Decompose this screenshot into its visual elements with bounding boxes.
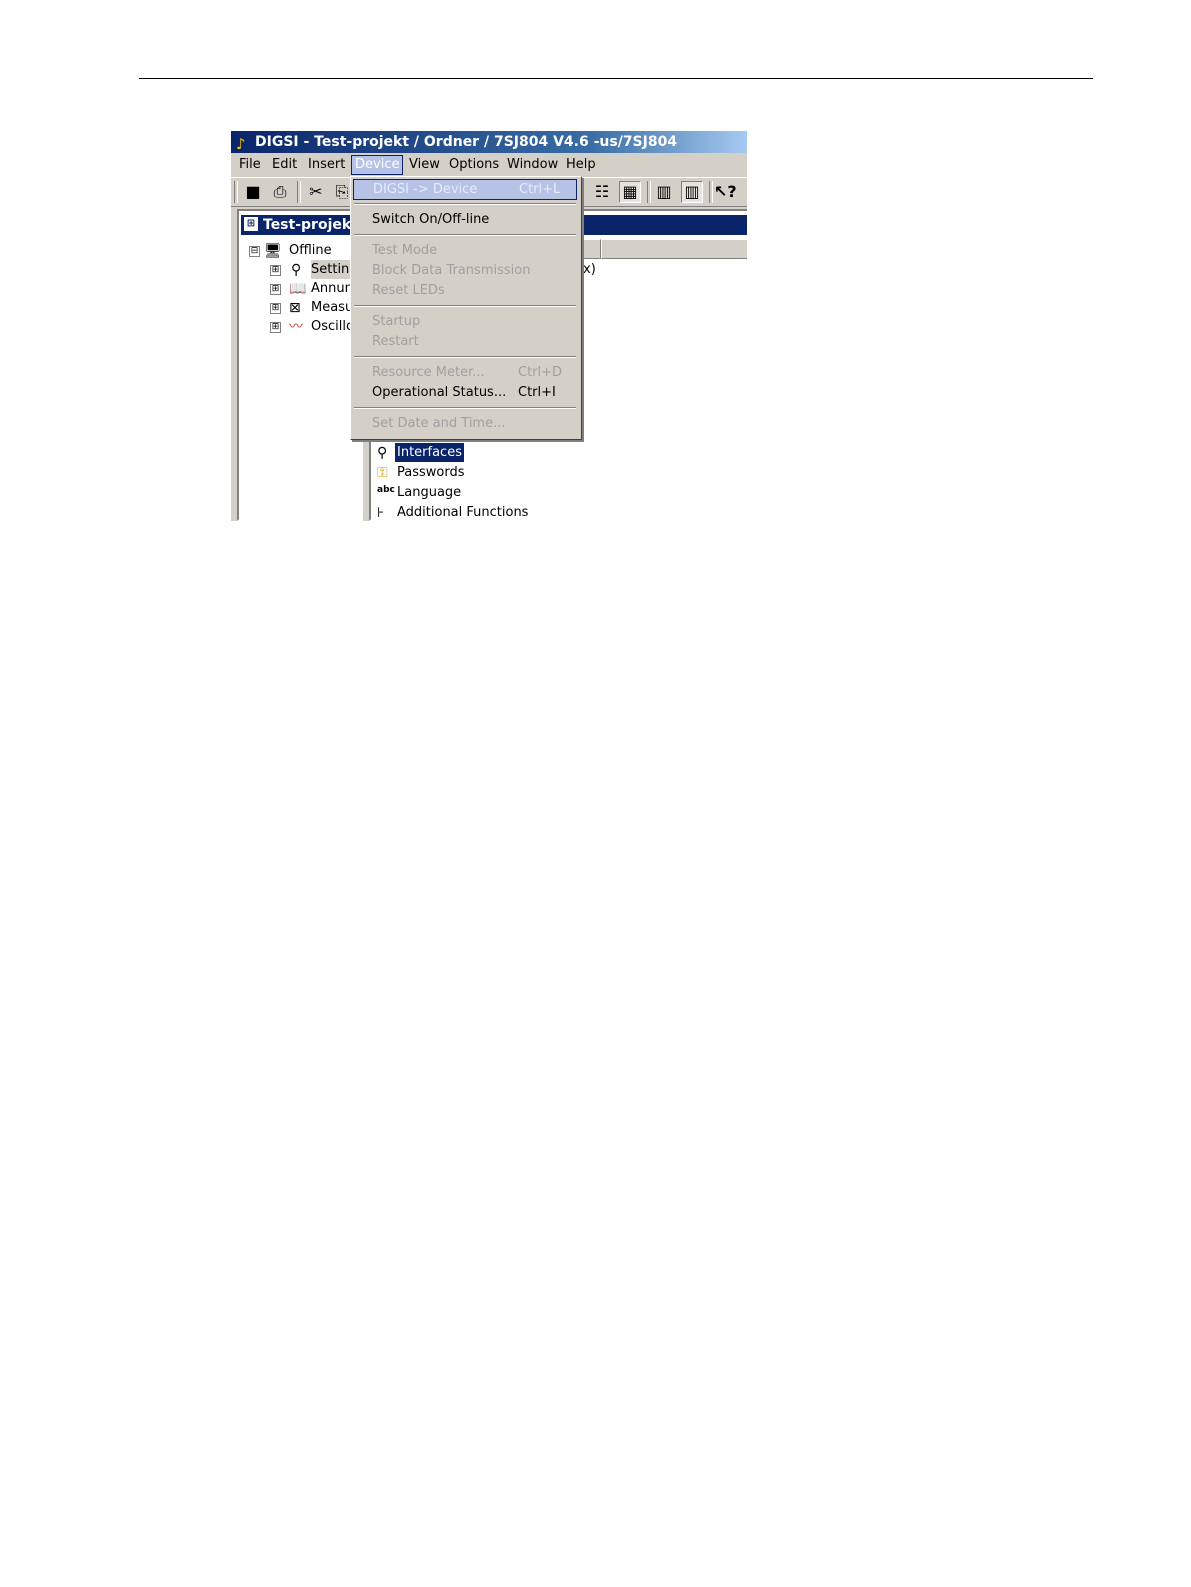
page-header-rule [139,78,1093,79]
abc-icon: abc [377,485,395,495]
menu-window[interactable]: Window [504,156,561,174]
collapse-icon[interactable]: ⊟ [249,246,260,257]
device-menu-dropdown: DIGSI -> Device Ctrl+L Switch On/Off-lin… [350,176,582,440]
column-header[interactable] [601,239,747,259]
toolbar-separator [297,181,301,203]
title-bar[interactable]: ♪ DIGSI - Test-projekt / Ordner / 7SJ804… [231,131,747,153]
device-icon[interactable]: ▥ [653,181,675,203]
menu-separator [354,407,576,409]
menu-item-label: Restart [372,334,419,349]
menu-item-label: Test Mode [372,243,438,258]
menu-item-label: Set Date and Time... [372,416,506,431]
list-item-passwords[interactable]: ⚿ Passwords [377,463,577,482]
menu-item-shortcut: Ctrl+L [519,182,561,197]
menu-insert[interactable]: Insert [305,156,348,174]
menu-edit[interactable]: Edit [269,156,300,174]
list-item-interfaces[interactable]: ⚲ Interfaces [377,442,577,463]
menu-item-label: Switch On/Off-line [372,212,490,227]
menu-item-label: Resource Meter... [372,365,485,380]
menu-item-restart[interactable]: Restart [353,332,577,351]
save-icon[interactable]: ■ [242,181,264,203]
list-item-label: Interfaces [394,442,465,463]
menu-device[interactable]: Device [351,155,404,175]
expand-icon[interactable]: ⊞ [270,284,281,295]
list-item-language[interactable]: abc Language [377,483,577,502]
menu-view[interactable]: View [406,156,443,174]
interfaces-icon: ⚲ [377,445,388,461]
settings-icon: ⚲ [291,262,302,278]
menu-item-label: Startup [372,314,421,329]
details-view-icon[interactable]: ▦ [619,181,641,203]
menu-item-startup[interactable]: Startup [353,312,577,331]
computer-icon: 🖥 [264,243,282,259]
menu-help[interactable]: Help [563,156,599,174]
menu-item-label: Operational Status... [372,385,507,400]
menu-file[interactable]: File [236,156,264,174]
toolbar-separator [709,181,713,203]
menu-item-label: DIGSI -> Device [373,182,478,197]
menu-item-shortcut: Ctrl+D [518,365,563,380]
digsi-app-icon: ♪ [236,135,246,153]
expand-icon[interactable]: ⊞ [270,265,281,276]
digsi-window: ♪ DIGSI - Test-projekt / Ordner / 7SJ804… [231,131,747,521]
toolbar-separator [647,181,651,203]
menu-item-digsi-to-device[interactable]: DIGSI -> Device Ctrl+L [353,179,577,200]
menu-item-test-mode[interactable]: Test Mode [353,241,577,260]
menu-separator [354,234,576,236]
project-tree-title-text: Test-projekt [263,217,358,233]
list-view-icon[interactable]: ☷ [591,181,613,203]
menu-item-resource-meter[interactable]: Resource Meter... Ctrl+D [353,363,577,382]
oscillograph-icon: 〰 [289,319,303,335]
menu-item-operational-status[interactable]: Operational Status... Ctrl+I [353,383,577,402]
menu-item-label: Block Data Transmission [372,263,531,278]
menu-item-switch-online-offline[interactable]: Switch On/Off-line [353,210,577,229]
tree-window-icon: ⊞ [244,217,258,231]
tree-item-label: Offline [289,243,332,258]
menu-item-shortcut: Ctrl+I [518,385,556,400]
project-tree-pane: ⊞ Test-projekt ⊟ 🖥 Offline ⊞ ⚲ Settings … [237,209,747,521]
menu-item-reset-leds[interactable]: Reset LEDs [353,281,577,300]
toolbar-grip [234,181,238,203]
menu-separator [354,203,576,205]
menu-item-label: Reset LEDs [372,283,445,298]
context-help-icon[interactable]: ↖? [714,181,737,203]
expand-icon[interactable]: ⊞ [270,322,281,333]
menu-item-set-date-and-time[interactable]: Set Date and Time... [353,414,577,433]
menu-separator [354,356,576,358]
list-item-label: Passwords [397,465,465,480]
list-item-additional-functions[interactable]: ⊦ Additional Functions [377,503,577,521]
list-item-label: Additional Functions [397,505,529,520]
measurement-icon: ⊠ [289,300,301,316]
list-item-label: Language [397,485,462,500]
menu-item-block-data-transmission[interactable]: Block Data Transmission [353,261,577,280]
menu-bar: File Edit Insert Device View Options Win… [231,153,747,175]
print-icon[interactable]: ⎙ [269,181,291,203]
partial-list-text: x) [583,262,596,277]
window-title: DIGSI - Test-projekt / Ordner / 7SJ804 V… [255,134,678,150]
annunciation-icon: 📖 [289,281,307,297]
cut-icon[interactable]: ✂ [305,181,327,203]
menu-separator [354,305,576,307]
expand-icon[interactable]: ⊞ [270,303,281,314]
device-pressed-icon[interactable]: ▥ [681,181,703,203]
menu-options[interactable]: Options [446,156,502,174]
functions-icon: ⊦ [377,505,385,521]
